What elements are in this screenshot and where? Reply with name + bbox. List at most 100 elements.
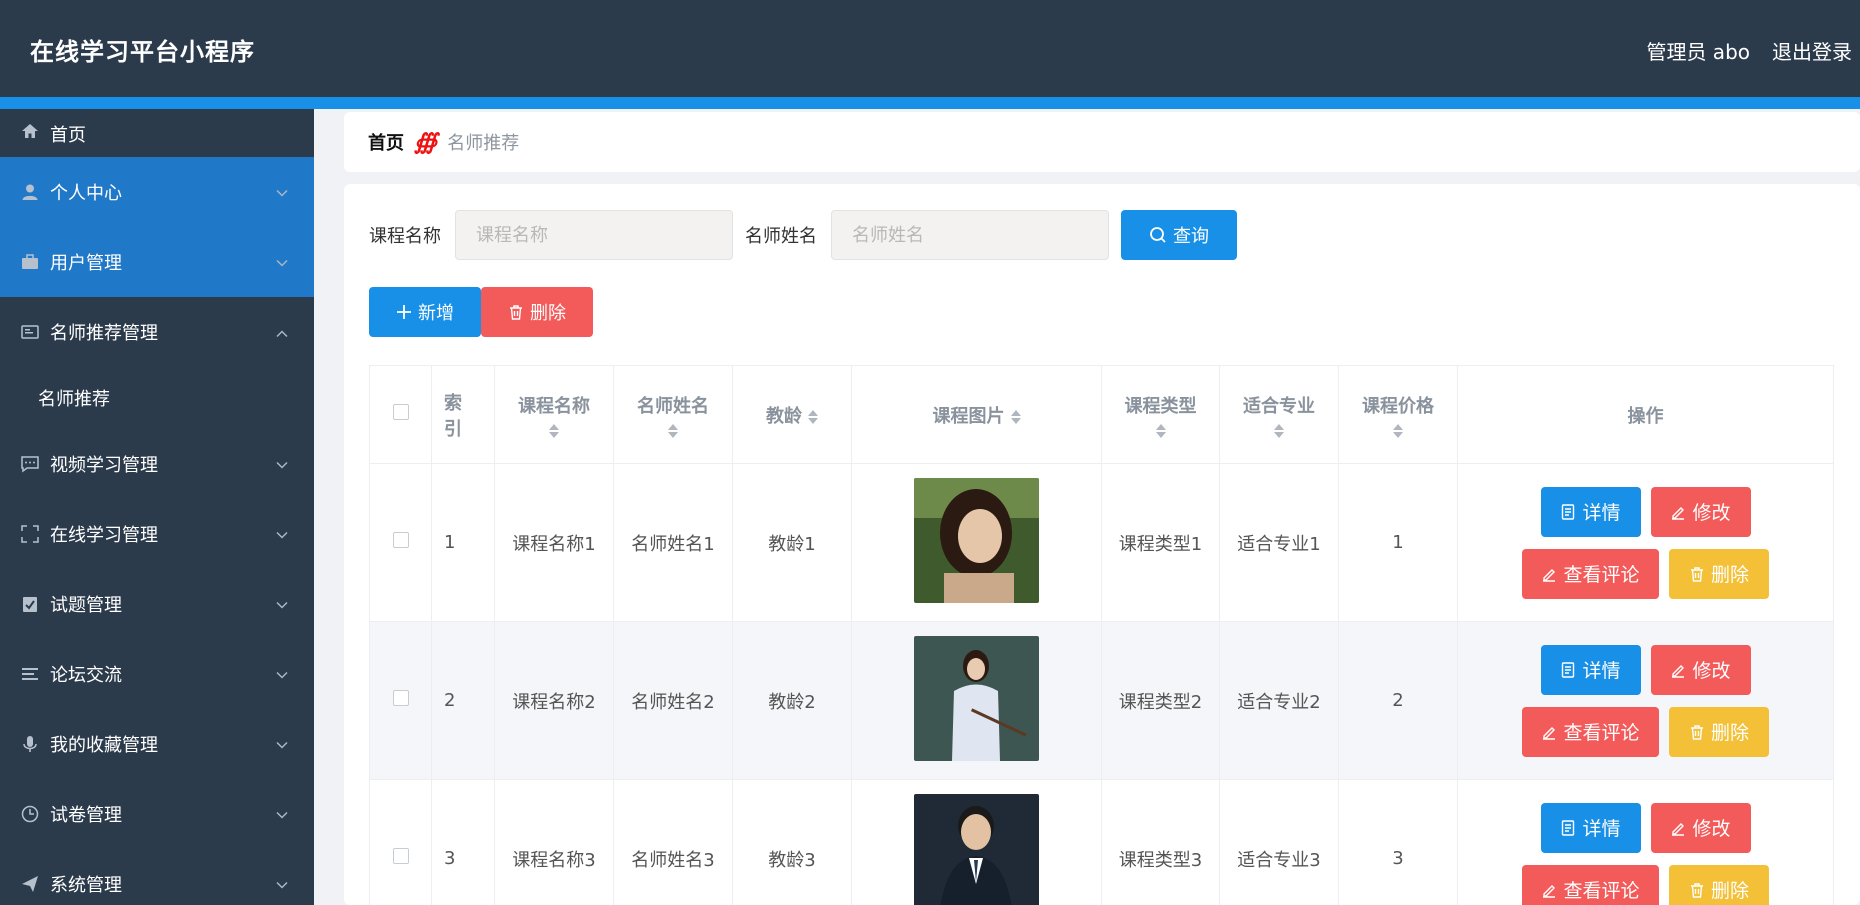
- sidebar-item-label: 首页: [50, 125, 86, 146]
- row-select-cell: [369, 779, 432, 905]
- detail-button[interactable]: 详情: [1540, 486, 1641, 537]
- chevron-down-icon: [276, 454, 288, 475]
- search-icon: [1150, 227, 1166, 243]
- course-name-input[interactable]: [455, 210, 733, 260]
- select-all-checkbox[interactable]: [392, 404, 409, 420]
- sidebar-item-favorites[interactable]: 我的收藏管理: [0, 709, 314, 779]
- sidebar-item-video-learning[interactable]: 视频学习管理: [0, 429, 314, 499]
- teacher-photo[interactable]: [914, 477, 1039, 603]
- edit-button-label: 修改: [1692, 818, 1731, 840]
- view-comments-button-label: 查看评论: [1563, 722, 1640, 744]
- table-row: 3 课程名称3 名师姓名3 教龄3 课程类型3 适合专业3 3 详情 修改 查看…: [369, 779, 1834, 905]
- header-course-type[interactable]: 课程类型: [1101, 365, 1220, 464]
- sort-icon[interactable]: [808, 409, 818, 424]
- cell-price: 3: [1338, 779, 1458, 905]
- cell-operations: 详情 修改 查看评论 删除: [1457, 779, 1834, 905]
- row-delete-button[interactable]: 删除: [1669, 864, 1769, 905]
- teacher-photo[interactable]: [914, 793, 1039, 905]
- sidebar-item-online-learning[interactable]: 在线学习管理: [0, 499, 314, 569]
- query-button[interactable]: 查询: [1121, 210, 1237, 260]
- chevron-down-icon: [276, 804, 288, 825]
- logout-link[interactable]: 退出登录: [1772, 36, 1852, 65]
- cell-years: 教龄1: [732, 463, 852, 622]
- current-user: 管理员 abo: [1646, 40, 1750, 64]
- trash-icon: [1690, 724, 1703, 740]
- user-icon: [20, 182, 40, 202]
- row-delete-button[interactable]: 删除: [1669, 548, 1769, 599]
- chevron-down-icon: [276, 734, 288, 755]
- header-label: 课程图片: [932, 405, 1005, 427]
- cell-index: 3: [431, 779, 495, 905]
- sidebar-item-label: 个人中心: [50, 183, 122, 204]
- cell-image: [851, 621, 1102, 780]
- sidebar-item-system[interactable]: 系统管理: [0, 849, 314, 905]
- row-delete-button-label: 删除: [1710, 880, 1749, 902]
- sidebar-item-user-management[interactable]: 用户管理: [0, 227, 314, 297]
- view-comments-button[interactable]: 查看评论: [1522, 706, 1659, 757]
- detail-button[interactable]: 详情: [1540, 644, 1641, 695]
- row-checkbox[interactable]: [392, 532, 409, 548]
- view-comments-button[interactable]: 查看评论: [1522, 864, 1659, 905]
- cell-index: 2: [431, 621, 495, 780]
- sidebar: 首页 个人中心 用户管理 名师推荐管理 名师推荐 视频学习管理 在线学习管理 试…: [0, 109, 314, 905]
- teacher-photo[interactable]: [914, 635, 1039, 761]
- header-course-name[interactable]: 课程名称: [494, 365, 614, 464]
- sort-icon[interactable]: [1155, 423, 1166, 438]
- detail-button[interactable]: 详情: [1540, 802, 1641, 853]
- chevron-down-icon: [276, 524, 288, 545]
- detail-button-label: 详情: [1582, 660, 1621, 682]
- row-delete-button[interactable]: 删除: [1669, 706, 1769, 757]
- row-checkbox[interactable]: [392, 848, 409, 864]
- sidebar-subitem-teacher-recommend[interactable]: 名师推荐: [0, 367, 314, 429]
- breadcrumb-separator-icon: ∰: [414, 129, 438, 155]
- header-teacher-name[interactable]: 名师姓名: [613, 365, 733, 464]
- sidebar-item-teacher-recommend-management[interactable]: 名师推荐管理: [0, 297, 314, 367]
- cell-operations: 详情 修改 查看评论 删除: [1457, 621, 1834, 780]
- header-accent-bar: [0, 97, 1860, 109]
- sort-icon[interactable]: [1393, 423, 1403, 438]
- sidebar-item-forum[interactable]: 论坛交流: [0, 639, 314, 709]
- cell-major: 适合专业3: [1219, 779, 1339, 905]
- breadcrumb-current: 名师推荐: [447, 133, 520, 154]
- chat-icon: [20, 454, 40, 474]
- sort-icon[interactable]: [668, 423, 678, 438]
- add-button[interactable]: 新增: [369, 287, 481, 337]
- batch-delete-button[interactable]: 删除: [481, 287, 593, 337]
- edit-button[interactable]: 修改: [1650, 644, 1751, 695]
- edit-icon: [1543, 726, 1556, 740]
- cell-course: 课程名称3: [494, 779, 614, 905]
- sidebar-item-label: 在线学习管理: [50, 525, 158, 546]
- cell-course: 课程名称2: [494, 621, 614, 780]
- header-price[interactable]: 课程价格: [1338, 365, 1458, 464]
- breadcrumb: 首页 ∰ 名师推荐: [344, 112, 1860, 172]
- sort-icon[interactable]: [1274, 423, 1284, 438]
- teacher-name-label: 名师姓名: [745, 226, 817, 247]
- sidebar-item-exam-paper[interactable]: 试卷管理: [0, 779, 314, 849]
- chevron-down-icon: [276, 252, 288, 273]
- header-major[interactable]: 适合专业: [1219, 365, 1339, 464]
- sort-icon[interactable]: [1010, 409, 1021, 424]
- sidebar-item-home[interactable]: 首页: [0, 109, 314, 157]
- chevron-down-icon: [276, 594, 288, 615]
- trash-icon: [510, 305, 522, 320]
- batch-delete-button-label: 删除: [530, 303, 566, 324]
- sidebar-item-label: 视频学习管理: [50, 455, 158, 476]
- edit-button[interactable]: 修改: [1650, 486, 1751, 537]
- cell-type: 课程类型2: [1101, 621, 1220, 780]
- edit-icon: [1543, 568, 1556, 582]
- header-index[interactable]: 索 引: [431, 365, 495, 464]
- sort-icon[interactable]: [549, 423, 559, 438]
- teacher-name-input[interactable]: [831, 210, 1109, 260]
- header-course-image[interactable]: 课程图片: [851, 365, 1102, 464]
- sidebar-item-personal-center[interactable]: 个人中心: [0, 157, 314, 227]
- edit-button[interactable]: 修改: [1650, 802, 1751, 853]
- sidebar-item-question-management[interactable]: 试题管理: [0, 569, 314, 639]
- top-header: 在线学习平台小程序 管理员 abo 退出登录: [0, 0, 1860, 109]
- header-years[interactable]: 教龄: [732, 365, 852, 464]
- breadcrumb-home[interactable]: 首页: [368, 129, 404, 155]
- row-checkbox[interactable]: [392, 690, 409, 706]
- header-label: 课程名称: [518, 395, 590, 417]
- cell-teacher: 名师姓名2: [613, 621, 733, 780]
- view-comments-button[interactable]: 查看评论: [1522, 548, 1659, 599]
- chevron-up-icon: [276, 322, 288, 343]
